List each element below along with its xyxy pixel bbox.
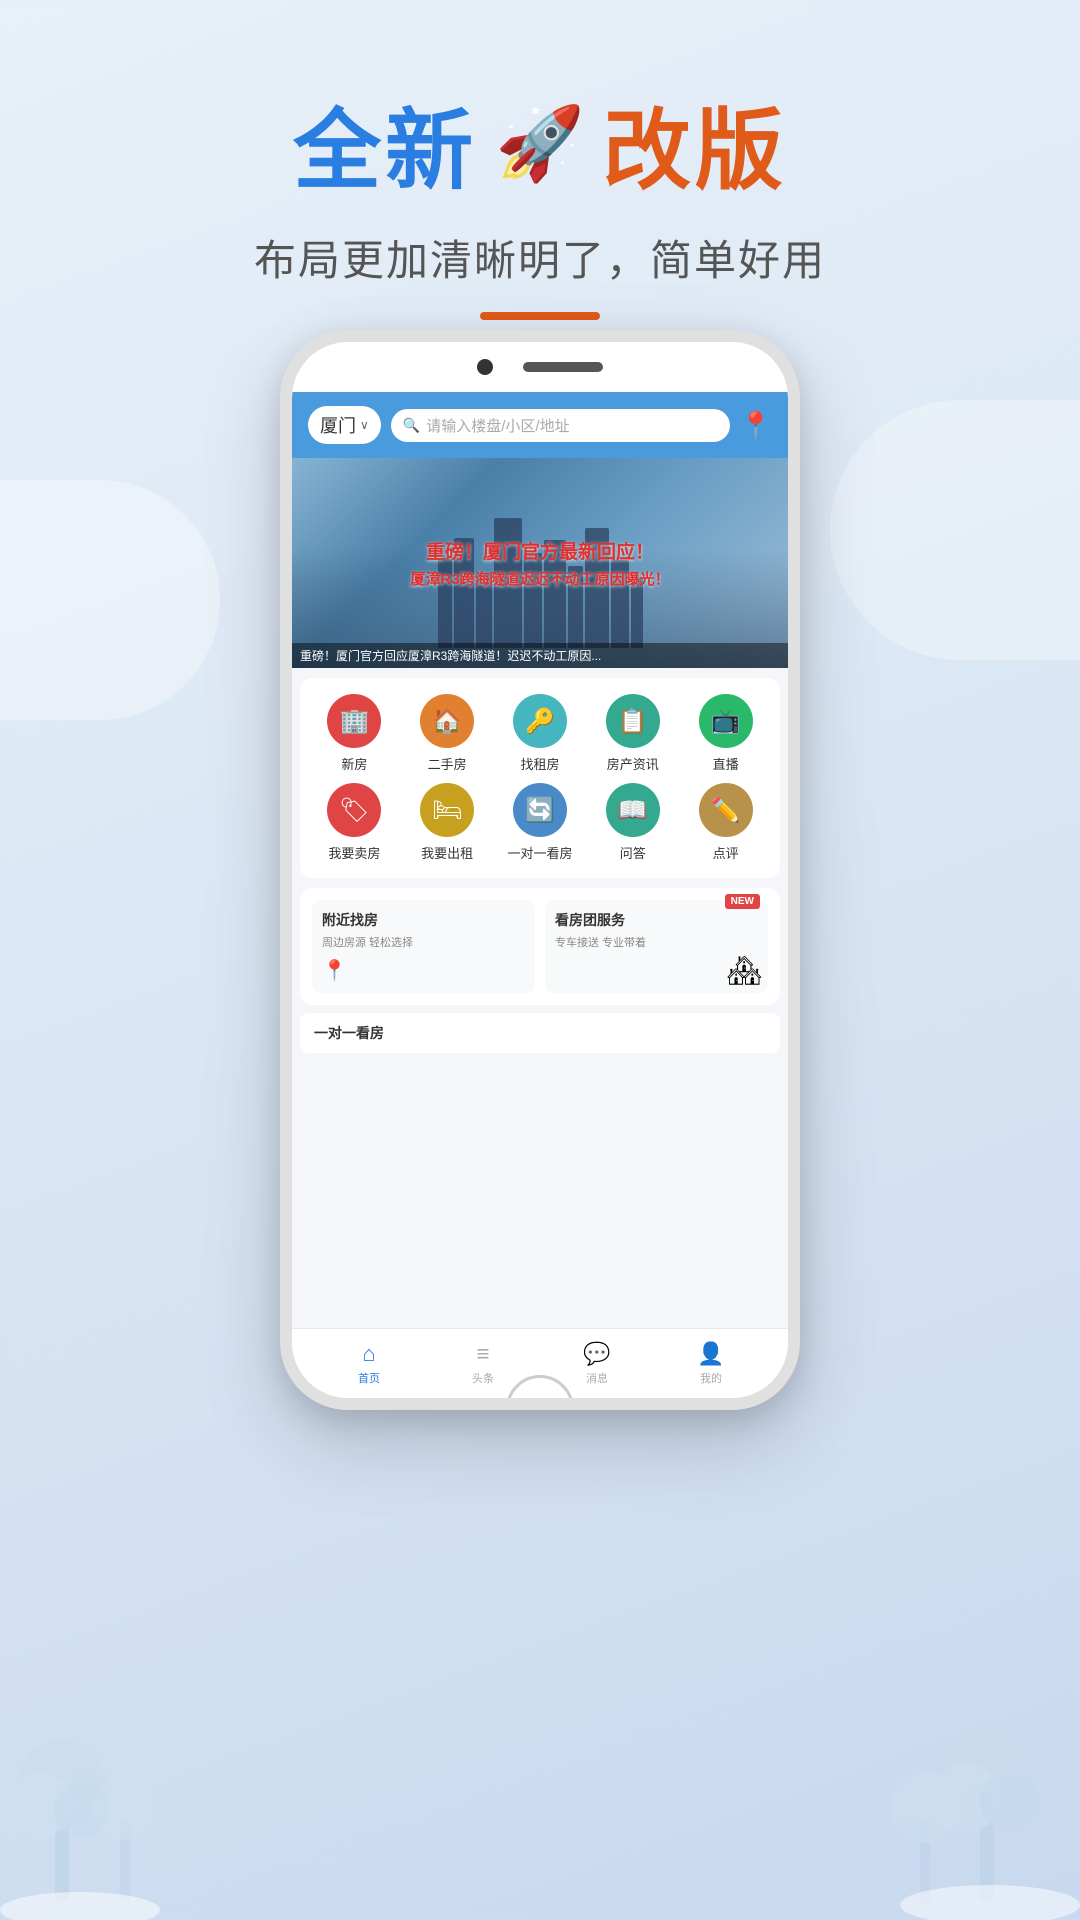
new-house-icon: 🏢 bbox=[327, 694, 381, 748]
menu-item-news[interactable]: 📋 房产资讯 bbox=[593, 694, 673, 773]
search-bar[interactable]: 🔍 请输入楼盘/小区/地址 bbox=[391, 409, 730, 442]
phone-inner: 厦门 ∨ 🔍 请输入楼盘/小区/地址 📍 bbox=[292, 342, 788, 1398]
city-selector[interactable]: 厦门 ∨ bbox=[308, 406, 381, 444]
bg-trees bbox=[0, 1620, 1080, 1920]
review-label: 点评 bbox=[713, 843, 739, 862]
rental-icon: 🔑 bbox=[513, 694, 567, 748]
rocket-icon: 🚀 bbox=[495, 101, 585, 186]
header-area: 全新 🚀 改版 布局更加清晰明了，简单好用 bbox=[0, 80, 1080, 320]
search-icon: 🔍 bbox=[403, 417, 420, 434]
menu-row-1: 🏢 新房 🏠 二手房 🔑 找租房 📋 房产资讯 📺 直播 bbox=[308, 694, 772, 773]
headline-part1: 全新 bbox=[293, 80, 477, 207]
menu-item-second-house[interactable]: 🏠 二手房 bbox=[407, 694, 487, 773]
nearby-subtitle: 周边房源 轻松选择 bbox=[322, 934, 525, 950]
banner-text-overlay: 重磅！厦门官方最新回应！ 厦漳R3跨海隧道迟迟不动工原因曝光！ bbox=[292, 458, 788, 668]
second-house-icon: 🏠 bbox=[420, 694, 474, 748]
new-badge: NEW bbox=[725, 894, 760, 909]
rental-label: 找租房 bbox=[520, 754, 559, 773]
bg-shape-right bbox=[830, 400, 1080, 660]
search-placeholder-text: 请输入楼盘/小区/地址 bbox=[426, 415, 569, 436]
tab-profile-icon: 👤 bbox=[697, 1341, 724, 1367]
rent-out-label: 我要出租 bbox=[421, 843, 473, 862]
tab-home-icon: ⌂ bbox=[362, 1341, 375, 1367]
tour-title: 看房团服务 bbox=[555, 910, 758, 930]
menu-item-rental[interactable]: 🔑 找租房 bbox=[500, 694, 580, 773]
new-house-label: 新房 bbox=[341, 754, 367, 773]
tab-home-label: 首页 bbox=[358, 1370, 380, 1386]
tab-messages-label: 消息 bbox=[586, 1370, 608, 1386]
underline-decoration bbox=[480, 312, 600, 320]
tab-profile-label: 我的 bbox=[700, 1370, 722, 1386]
tab-headlines-icon: ≡ bbox=[477, 1341, 490, 1367]
city-name: 厦门 bbox=[320, 412, 356, 438]
banner-caption: 重磅！厦门官方回应厦漳R3跨海隧道！迟迟不动工原因... bbox=[292, 643, 788, 668]
tab-profile[interactable]: 👤 我的 bbox=[654, 1341, 768, 1386]
sell-icon: 🏷 bbox=[327, 783, 381, 837]
qa-icon: 📖 bbox=[606, 783, 660, 837]
headline-part2: 改版 bbox=[603, 80, 787, 207]
app-header: 厦门 ∨ 🔍 请输入楼盘/小区/地址 📍 bbox=[292, 392, 788, 458]
phone-camera bbox=[477, 359, 493, 375]
bottom-section: 附近找房 周边房源 轻松选择 📍 NEW 看房团服务 专车接送 专业带着 🏘 bbox=[300, 888, 780, 1005]
menu-item-live[interactable]: 📺 直播 bbox=[686, 694, 766, 773]
phone-speaker bbox=[523, 362, 603, 372]
location-icon[interactable]: 📍 bbox=[740, 410, 772, 441]
headline: 全新 🚀 改版 bbox=[0, 80, 1080, 207]
menu-item-sell[interactable]: 🏷 我要卖房 bbox=[314, 783, 394, 862]
menu-item-one-on-one[interactable]: 🔄 一对一看房 bbox=[500, 783, 580, 862]
menu-row-2: 🏷 我要卖房 🛏 我要出租 🔄 一对一看房 📖 问答 ✏️ 点评 bbox=[308, 783, 772, 862]
bg-shape-left bbox=[0, 480, 220, 720]
tab-headlines-label: 头条 bbox=[472, 1370, 494, 1386]
one-on-one-title: 一对一看房 bbox=[314, 1023, 766, 1043]
news-label: 房产资讯 bbox=[607, 754, 659, 773]
tab-home[interactable]: ⌂ 首页 bbox=[312, 1341, 426, 1386]
tour-subtitle: 专车接送 专业带着 bbox=[555, 934, 758, 950]
review-icon: ✏️ bbox=[699, 783, 753, 837]
menu-item-new-house[interactable]: 🏢 新房 bbox=[314, 694, 394, 773]
banner-title: 重磅！厦门官方最新回应！ bbox=[426, 537, 654, 564]
tour-icon: 🏘 bbox=[726, 954, 762, 987]
menu-grid: 🏢 新房 🏠 二手房 🔑 找租房 📋 房产资讯 📺 直播 bbox=[300, 678, 780, 878]
second-house-label: 二手房 bbox=[428, 754, 467, 773]
subtitle: 布局更加清晰明了，简单好用 bbox=[0, 227, 1080, 288]
live-icon: 📺 bbox=[699, 694, 753, 748]
city-arrow-icon: ∨ bbox=[360, 418, 369, 432]
nearby-house-card[interactable]: 附近找房 周边房源 轻松选择 📍 bbox=[312, 900, 535, 993]
menu-item-qa[interactable]: 📖 问答 bbox=[593, 783, 673, 862]
one-on-one-section[interactable]: 一对一看房 bbox=[300, 1013, 780, 1053]
banner[interactable]: 重磅！厦门官方最新回应！ 厦漳R3跨海隧道迟迟不动工原因曝光！ 重磅！厦门官方回… bbox=[292, 458, 788, 668]
one-on-one-label: 一对一看房 bbox=[507, 843, 572, 862]
live-label: 直播 bbox=[713, 754, 739, 773]
news-icon: 📋 bbox=[606, 694, 660, 748]
nearby-pin-icon: 📍 bbox=[322, 958, 525, 983]
banner-subtitle: 厦漳R3跨海隧道迟迟不动工原因曝光！ bbox=[410, 568, 669, 589]
nearby-title: 附近找房 bbox=[322, 910, 525, 930]
sell-label: 我要卖房 bbox=[328, 843, 380, 862]
phone-topbar bbox=[292, 342, 788, 392]
menu-item-rent-out[interactable]: 🛏 我要出租 bbox=[407, 783, 487, 862]
one-on-one-icon: 🔄 bbox=[513, 783, 567, 837]
menu-item-review[interactable]: ✏️ 点评 bbox=[686, 783, 766, 862]
house-tour-card[interactable]: NEW 看房团服务 专车接送 专业带着 🏘 bbox=[545, 900, 768, 993]
rent-out-icon: 🛏 bbox=[420, 783, 474, 837]
tab-messages-icon: 💬 bbox=[583, 1341, 610, 1367]
phone-mockup: 厦门 ∨ 🔍 请输入楼盘/小区/地址 📍 bbox=[280, 330, 800, 1410]
qa-label: 问答 bbox=[620, 843, 646, 862]
